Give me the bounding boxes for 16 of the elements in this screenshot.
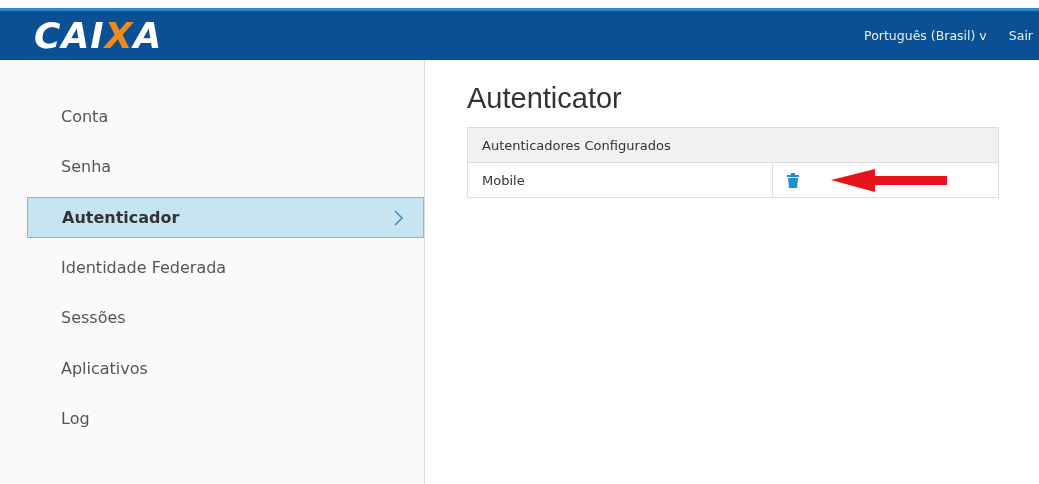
- sidebar-item[interactable]: Conta: [27, 91, 424, 142]
- sidebar-item[interactable]: Sessões: [27, 292, 424, 343]
- sidebar-item[interactable]: Autenticador: [27, 197, 424, 238]
- sidebar-item[interactable]: Identidade Federada: [27, 242, 424, 293]
- sidebar-item[interactable]: Senha: [27, 141, 424, 192]
- language-dropdown[interactable]: Português (Brasil) v: [864, 28, 987, 43]
- trash-icon[interactable]: [787, 172, 799, 188]
- arrow-icon: [831, 168, 947, 192]
- logo: CAIXA: [34, 17, 163, 54]
- logout-link[interactable]: Sair: [1008, 28, 1033, 43]
- table-header: Autenticadores Configurados: [467, 127, 999, 163]
- sidebar-item[interactable]: Log: [27, 393, 424, 444]
- page-title: Autenticator: [467, 82, 623, 115]
- chevron-icon: [393, 209, 403, 226]
- table-cell: Mobile: [467, 162, 773, 198]
- sidebar-item[interactable]: Aplicativos: [27, 343, 424, 394]
